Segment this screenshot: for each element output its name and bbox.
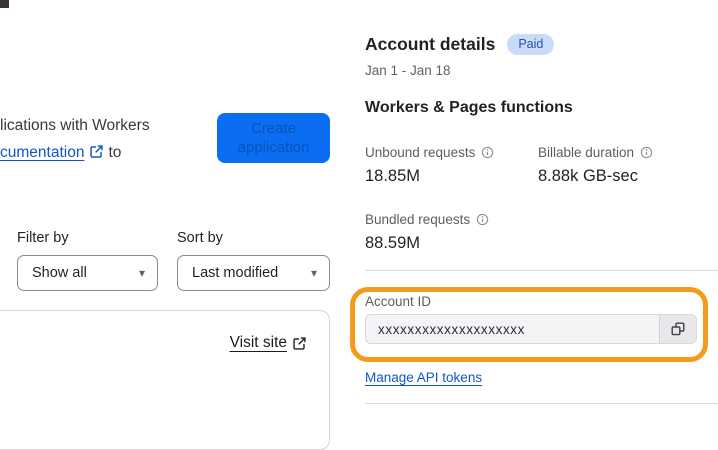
account-details-panel: Account details Paid Jan 1 - Jan 18 Work… bbox=[365, 0, 718, 419]
documentation-link[interactable]: cumentation bbox=[0, 144, 84, 161]
filter-select-value: Show all bbox=[32, 265, 87, 281]
intro-line-1: lications with Workers bbox=[0, 117, 150, 134]
date-range: Jan 1 - Jan 18 bbox=[365, 63, 451, 78]
divider bbox=[365, 270, 718, 271]
create-application-button[interactable]: Create application bbox=[217, 113, 330, 163]
stat-label-text: Billable duration bbox=[538, 145, 635, 160]
manage-api-tokens-link[interactable]: Manage API tokens bbox=[365, 370, 482, 385]
stat-unbound-requests: Unbound requests 18.85M bbox=[365, 145, 494, 186]
account-id-field-group: xxxxxxxxxxxxxxxxxxxx bbox=[365, 314, 697, 344]
intro-line-2: cumentation to bbox=[0, 139, 150, 166]
filter-by-label: Filter by bbox=[17, 230, 69, 246]
account-id-input[interactable]: xxxxxxxxxxxxxxxxxxxx bbox=[366, 315, 659, 343]
sort-select-value: Last modified bbox=[192, 265, 279, 281]
sort-by-label: Sort by bbox=[177, 230, 223, 246]
intro-text: lications with Workers cumentation to bbox=[0, 112, 150, 166]
external-link-icon bbox=[292, 336, 307, 351]
account-id-label: Account ID bbox=[365, 294, 432, 309]
stat-billable-duration: Billable duration 8.88k GB-sec bbox=[538, 145, 653, 186]
visit-site-link[interactable]: Visit site bbox=[230, 334, 311, 352]
copy-button[interactable] bbox=[659, 315, 696, 343]
stat-label: Unbound requests bbox=[365, 145, 494, 160]
account-details-header: Account details Paid bbox=[365, 34, 555, 55]
stat-value: 18.85M bbox=[365, 167, 421, 185]
stat-label-text: Unbound requests bbox=[365, 145, 476, 160]
divider bbox=[365, 403, 718, 404]
project-card: Visit site bbox=[0, 310, 330, 450]
top-left-fragment bbox=[0, 0, 9, 8]
info-icon[interactable] bbox=[481, 146, 494, 159]
intro-suffix: to bbox=[108, 144, 122, 161]
info-icon[interactable] bbox=[640, 146, 653, 159]
caret-down-icon: ▾ bbox=[310, 266, 317, 280]
plan-badge: Paid bbox=[507, 34, 555, 55]
stat-value: 88.59M bbox=[365, 234, 421, 252]
info-icon[interactable] bbox=[476, 213, 489, 226]
stat-value: 8.88k GB-sec bbox=[538, 167, 638, 185]
copy-icon bbox=[671, 322, 685, 336]
functions-section-title: Workers & Pages functions bbox=[365, 99, 573, 116]
account-details-title: Account details bbox=[365, 34, 496, 54]
sort-select[interactable]: Last modified ▾ bbox=[177, 255, 330, 291]
stat-label-text: Bundled requests bbox=[365, 212, 471, 227]
visit-site-label: Visit site bbox=[229, 334, 287, 351]
filter-select[interactable]: Show all ▾ bbox=[17, 255, 158, 291]
stat-bundled-requests: Bundled requests 88.59M bbox=[365, 212, 489, 253]
stat-label: Billable duration bbox=[538, 145, 653, 160]
caret-down-icon: ▾ bbox=[138, 266, 145, 280]
external-link-icon bbox=[89, 144, 104, 159]
stat-label: Bundled requests bbox=[365, 212, 489, 227]
